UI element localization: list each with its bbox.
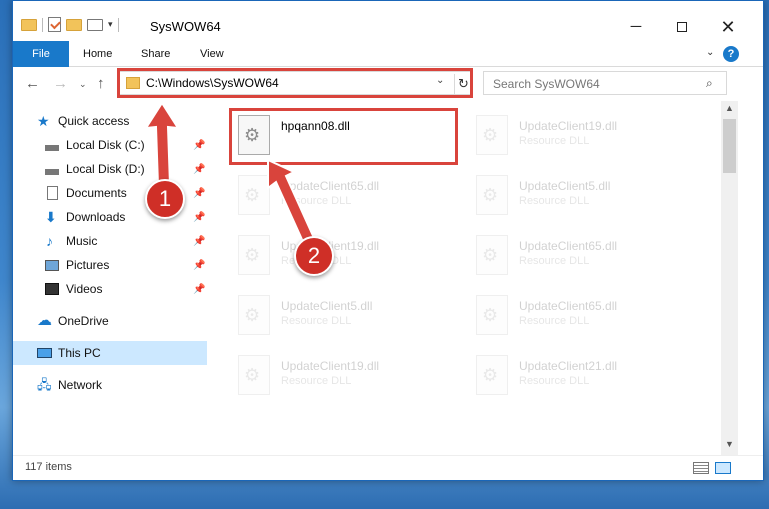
callout-arrows xyxy=(144,101,316,246)
step-2-badge: 2 xyxy=(294,236,334,276)
step-1-badge: 1 xyxy=(145,179,185,219)
arrow-1 xyxy=(144,101,180,186)
arrow-2 xyxy=(267,158,316,246)
